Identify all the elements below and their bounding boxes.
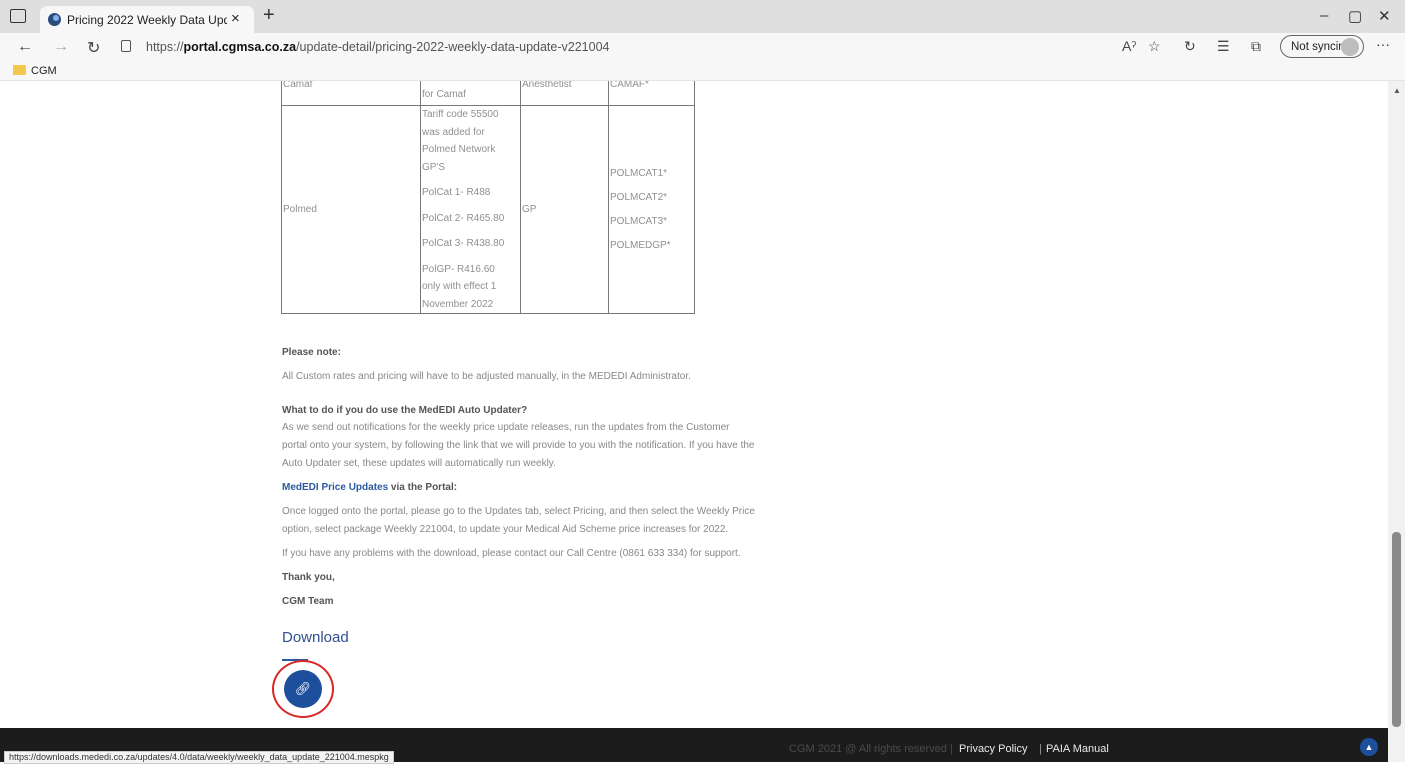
footer-separator: |: [1039, 743, 1042, 755]
add-favorite-icon[interactable]: ☆: [1148, 38, 1161, 55]
team-signature: CGM Team: [282, 596, 334, 607]
price-updates-line: MedEDI Price Updates via the Portal:: [282, 482, 458, 493]
code-cell: POLMCAT1* POLMCAT2* POLMCAT3* POLMEDGP*: [608, 105, 695, 314]
page-content: Camaf for Camaf Anesthetist CAMAF* Polme…: [0, 81, 1388, 728]
portal-instructions-line: option, select package Weekly 221004, to…: [282, 524, 729, 535]
tab-title: Pricing 2022 Weekly Data Updat: [67, 13, 227, 27]
address-bar[interactable]: https://portal.cgmsa.co.za/update-detail…: [113, 35, 1113, 59]
auto-updater-heading: What to do if you do use the MedEDI Auto…: [282, 405, 528, 416]
code-cell: CAMAF*: [608, 81, 695, 106]
auto-updater-line: As we send out notifications for the wee…: [282, 422, 730, 433]
scheme-cell: Camaf: [281, 81, 421, 106]
back-to-top-button[interactable]: ▲: [1360, 738, 1378, 756]
back-button[interactable]: ←: [17, 38, 33, 56]
forward-button[interactable]: →: [53, 38, 69, 56]
folder-icon[interactable]: [13, 65, 26, 75]
tariff-cell: Tariff code 55500 was added for Polmed Net…: [420, 105, 521, 314]
extensions-icon[interactable]: ↻: [1184, 38, 1196, 55]
support-text: If you have any problems with the downlo…: [282, 548, 741, 559]
tab-close-button[interactable]: ×: [231, 10, 240, 27]
lock-icon[interactable]: [121, 40, 131, 52]
note-text: All Custom rates and pricing will have t…: [282, 371, 691, 382]
table-row: Polmed Tariff code 55500 was added for Pol…: [281, 105, 695, 314]
mededi-price-updates-link[interactable]: MedEDI Price Updates: [282, 482, 388, 493]
close-window-button[interactable]: ✕: [1378, 7, 1391, 25]
url-text[interactable]: https://portal.cgmsa.co.za/update-detail…: [146, 40, 609, 54]
collections-icon[interactable]: ⧉: [1251, 38, 1261, 55]
arrow-up-icon: ▲: [1364, 742, 1374, 752]
favorites-icon[interactable]: ☰: [1217, 38, 1230, 55]
browser-tab[interactable]: Pricing 2022 Weekly Data Updat ×: [40, 6, 254, 33]
tariff-cell: for Camaf: [420, 81, 521, 106]
scroll-up-icon[interactable]: ▲: [1393, 86, 1401, 95]
favorites-folder-cgm[interactable]: CGM: [31, 65, 57, 77]
avatar-icon: [1341, 38, 1359, 56]
restore-button[interactable]: ▢: [1348, 7, 1362, 25]
privacy-policy-link[interactable]: Privacy Policy: [959, 743, 1027, 755]
copyright-text: CGM 2021 @ All rights reserved |: [789, 743, 953, 755]
refresh-button[interactable]: ↻: [87, 38, 100, 58]
browser-toolbar: ← → ↻ https://portal.cgmsa.co.za/update-…: [0, 33, 1405, 61]
provider-cell: Anesthetist: [520, 81, 609, 106]
tab-bar: Pricing 2022 Weekly Data Updat × + – ▢ ✕: [0, 0, 1405, 33]
portal-instructions-line: Once logged onto the portal, please go t…: [282, 506, 755, 517]
thank-you-text: Thank you,: [282, 572, 335, 583]
status-bar-url: https://downloads.mededi.co.za/updates/4…: [4, 751, 394, 764]
table-row: Camaf for Camaf Anesthetist CAMAF*: [281, 81, 695, 106]
link-icon: 🔗︎: [294, 681, 312, 696]
read-aloud-icon[interactable]: Aˀ: [1122, 38, 1136, 54]
site-favicon-icon: [48, 13, 61, 26]
scrollbar-thumb[interactable]: [1392, 532, 1401, 727]
new-tab-button[interactable]: +: [263, 4, 275, 27]
rates-table: Camaf for Camaf Anesthetist CAMAF* Polme…: [281, 81, 695, 314]
vertical-scrollbar[interactable]: ▲: [1388, 81, 1405, 762]
download-link-button[interactable]: 🔗︎: [284, 670, 322, 708]
minimize-button[interactable]: –: [1320, 7, 1328, 24]
auto-updater-line: Auto Updater set, these updates will aut…: [282, 458, 556, 469]
tab-actions-icon[interactable]: [10, 9, 26, 23]
please-note-heading: Please note:: [282, 347, 341, 358]
auto-updater-line: portal onto your system, by following th…: [282, 440, 755, 451]
download-heading: Download: [282, 629, 349, 646]
profile-sync-button[interactable]: Not syncing: [1280, 35, 1364, 58]
provider-cell: GP: [520, 105, 609, 314]
more-menu-button[interactable]: ···: [1376, 36, 1390, 52]
favorites-bar: CGM: [0, 61, 1405, 81]
scheme-cell: Polmed: [281, 105, 421, 314]
paia-manual-link[interactable]: PAIA Manual: [1046, 743, 1109, 755]
